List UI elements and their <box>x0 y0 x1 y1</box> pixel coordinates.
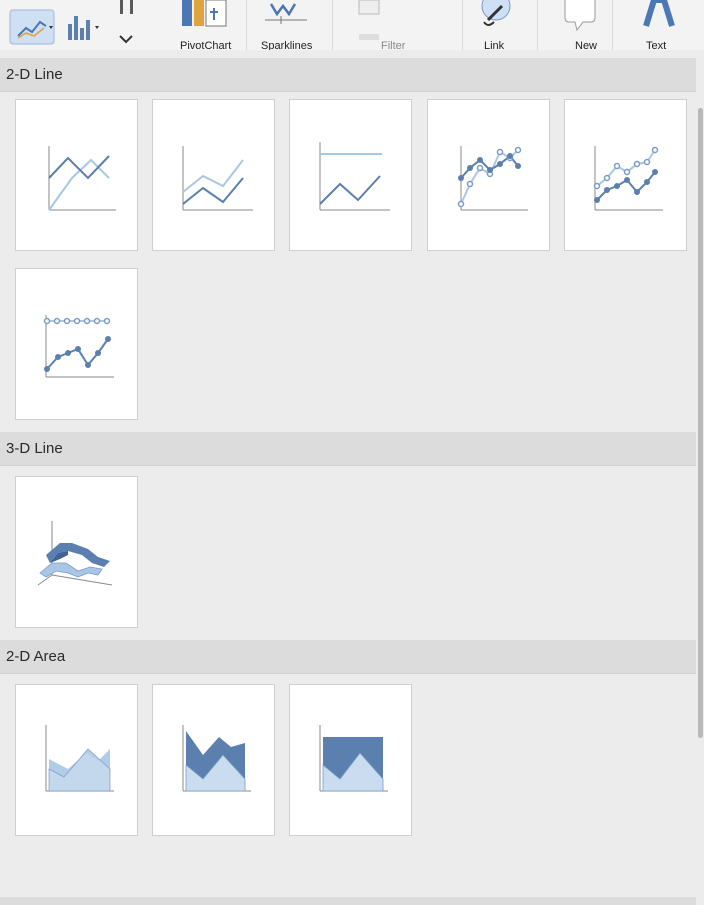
new-comment-label: New <box>575 40 598 50</box>
chart-option-line-markers[interactable] <box>427 99 550 251</box>
ribbon-separator <box>612 0 613 50</box>
section-header-2d-line: 2-D Line <box>0 58 696 92</box>
section-header-3d-line: 3-D Line <box>0 432 696 466</box>
chart-option-100-stacked-area[interactable] <box>289 684 412 836</box>
text-button[interactable]: Text <box>620 0 700 50</box>
section-title: 2-D Area <box>6 648 66 665</box>
column-chart-icon <box>68 16 99 40</box>
stacked-area-thumbnail-icon <box>182 725 251 792</box>
chart-tools-icon <box>119 0 133 44</box>
link-button[interactable]: Link <box>466 0 536 50</box>
chart-option-100-stacked-line[interactable] <box>289 99 412 251</box>
section-title: 2-D Line <box>6 66 63 83</box>
chart-option-stacked-area[interactable] <box>152 684 275 836</box>
percent-stacked-line-markers-thumbnail-icon <box>43 315 114 378</box>
section-title: 3-D Line <box>6 440 63 457</box>
percent-stacked-area-thumbnail-icon <box>319 725 388 792</box>
chart-option-stacked-line-markers[interactable] <box>564 99 687 251</box>
column-chart-dropdown-button[interactable] <box>64 0 104 50</box>
stacked-line-markers-thumbnail-icon <box>593 146 663 211</box>
ribbon-separator <box>246 0 247 50</box>
ribbon-separator <box>332 0 333 50</box>
new-comment-button[interactable]: New <box>545 0 615 50</box>
ribbon-toolbar: PivotChart Sparklines Filter Link New Te… <box>0 0 704 50</box>
filter-button[interactable]: Filter <box>345 0 425 50</box>
area-thumbnail-icon <box>45 725 114 792</box>
sparklines-label: Sparklines <box>261 40 313 50</box>
pivot-chart-button[interactable]: PivotChart <box>170 0 240 50</box>
chart-option-area[interactable] <box>15 684 138 836</box>
more-charts-button[interactable] <box>112 0 142 50</box>
percent-stacked-line-thumbnail-icon <box>319 142 390 211</box>
line-markers-thumbnail-icon <box>457 146 528 211</box>
line-chart-dropdown-button[interactable] <box>8 0 60 50</box>
section-header-2d-area: 2-D Area <box>0 640 696 674</box>
line-chart-icon <box>9 9 55 45</box>
ribbon-separator <box>537 0 538 50</box>
link-label: Link <box>484 40 505 50</box>
stacked-line-thumbnail-icon <box>182 146 253 211</box>
chart-option-line[interactable] <box>15 99 138 251</box>
chart-gallery-dropdown: 2-D Line 3-D Line 2-D Area <box>0 50 704 905</box>
line-chart-thumbnail-icon <box>48 146 116 211</box>
3d-line-thumbnail-icon <box>37 521 113 586</box>
pivot-chart-label: PivotChart <box>180 40 232 50</box>
ribbon-separator <box>462 0 463 50</box>
chart-option-100-stacked-line-markers[interactable] <box>15 268 138 420</box>
chart-option-stacked-line[interactable] <box>152 99 275 251</box>
filter-label: Filter <box>381 40 406 50</box>
vertical-scrollbar[interactable] <box>698 108 703 738</box>
text-label: Text <box>646 40 667 50</box>
sparklines-button[interactable]: Sparklines <box>255 0 325 50</box>
chart-option-3d-line[interactable] <box>15 476 138 628</box>
next-section-header-partial <box>0 897 696 905</box>
